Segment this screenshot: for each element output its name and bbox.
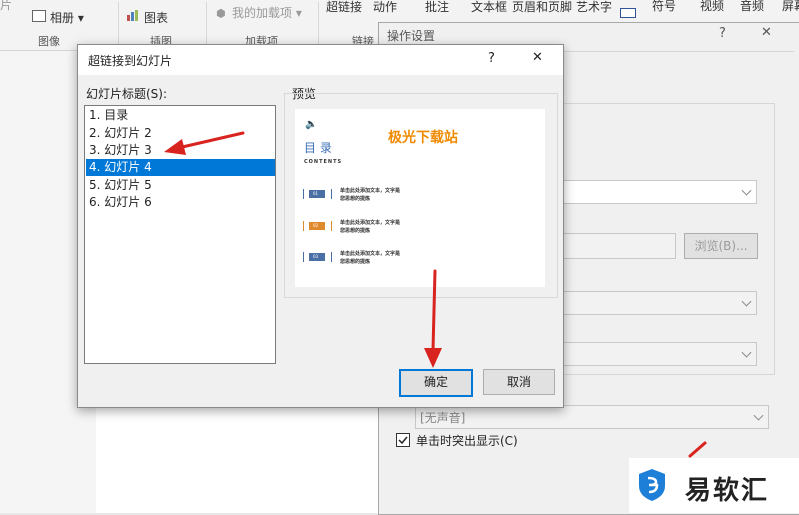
watermark: 易软汇 <box>629 458 799 513</box>
shield-logo-icon <box>639 469 665 501</box>
annotation-arrows <box>164 131 707 458</box>
arrow-icon <box>424 269 442 368</box>
arrow-icon <box>164 131 245 155</box>
watermark-text: 易软汇 <box>685 476 770 506</box>
arrow-icon <box>688 441 707 458</box>
